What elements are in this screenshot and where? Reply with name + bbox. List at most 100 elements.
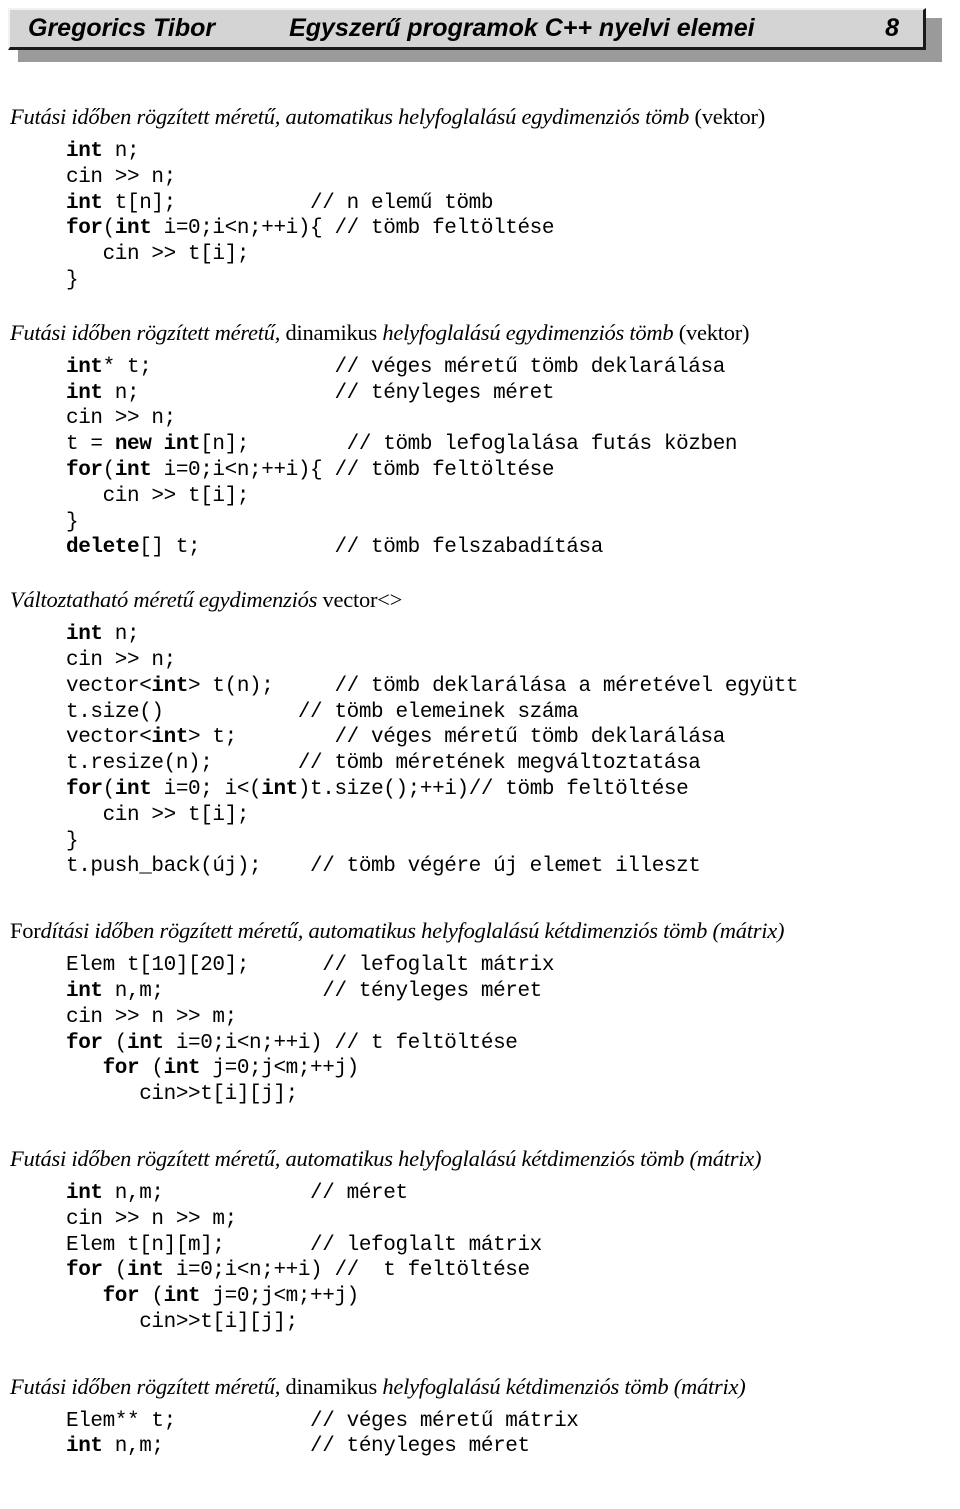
code-text: }: [66, 268, 79, 292]
code-line: int n,m; // tényleges méret: [66, 979, 960, 1005]
section-heading: Futási időben rögzített méretű, automati…: [10, 104, 960, 130]
code-line: int n,m; // méret: [66, 1181, 960, 1207]
section-heading: Futási időben rögzített méretű, automati…: [10, 1146, 960, 1172]
code-keyword: int: [66, 140, 103, 163]
section-heading: Változtatható méretű egydimenziós vector…: [10, 587, 960, 613]
code-line: cin>>t[i][j];: [66, 1310, 960, 1336]
code-line: for(int i=0;i<n;++i){ // tömb feltöltése: [66, 216, 960, 242]
code-line: t.resize(n); // tömb méretének megváltoz…: [66, 751, 960, 777]
code-text: Elem t[10][20]; // lefoglalt mátrix: [66, 954, 555, 978]
heading-part: Futási időben rögzített méretű,: [10, 319, 286, 345]
heading-part: (vektor): [694, 104, 765, 129]
code-line: Elem t[10][20]; // lefoglalt mátrix: [66, 953, 960, 979]
code-line: cin>>t[i][j];: [66, 1082, 960, 1108]
header-title: Egyszerű programok C++ nyelvi elemei: [289, 14, 755, 42]
code-keyword: int: [151, 726, 189, 750]
code-keyword: int: [66, 191, 103, 215]
code-keyword: for: [66, 217, 103, 241]
code-keyword: for: [66, 1031, 103, 1055]
code-text: (: [102, 1259, 128, 1283]
code-line: cin >> n >> m;: [66, 1005, 960, 1031]
code-line: for (int j=0;j<m;++j): [66, 1056, 960, 1082]
code-text: (: [139, 1057, 164, 1081]
code-keyword: int: [151, 674, 189, 698]
code-text: n,m; // tényleges méret: [102, 1435, 530, 1459]
code-block: int n; cin >> n; int t[n]; // n elemű tömb…: [66, 139, 960, 294]
code-text: vector<: [66, 674, 152, 698]
code-line: vector<int> t; // véges méretű tömb dekl…: [66, 725, 960, 751]
code-keyword: int: [114, 458, 152, 482]
code-keyword: int: [66, 1435, 103, 1459]
code-section: Futási időben rögzített méretű, dinamiku…: [0, 1374, 960, 1461]
code-line: vector<int> t(n); // tömb deklarálása a …: [66, 674, 960, 700]
code-text: n; // tényleges méret: [102, 381, 555, 405]
header-author: Gregorics Tibor: [28, 14, 216, 42]
code-line: int n,m; // tényleges méret: [66, 1434, 960, 1460]
code-text: cin>>t[i][j];: [66, 1310, 298, 1334]
code-keyword: int: [163, 1057, 201, 1081]
code-line: delete[] t; // tömb felszabadítása: [66, 535, 960, 561]
code-section: Fordítási időben rögzített méretű, autom…: [0, 918, 960, 1108]
heading-part: Futási időben rögzített méretű,: [10, 1373, 286, 1399]
code-line: int n;: [66, 622, 960, 648]
code-line: int n; // tényleges méret: [66, 381, 960, 407]
code-text: (: [102, 1031, 128, 1055]
code-text: cin >> n >> m;: [66, 1005, 237, 1029]
heading-part: helyfoglalású egydimenziós tömb: [382, 319, 679, 345]
code-section: Futási időben rögzített méretű, automati…: [0, 104, 960, 294]
code-line: for(int i=0;i<n;++i){ // tömb feltöltése: [66, 458, 960, 484]
code-line: int* t; // véges méretű tömb deklarálása: [66, 355, 960, 381]
code-text: i=0;i<n;++i) // t feltöltése: [163, 1031, 518, 1055]
code-text: j=0;j<m;++j): [200, 1057, 359, 1081]
code-text: > t; // véges méretű tömb deklarálása: [188, 726, 725, 750]
code-block: Elem t[10][20]; // lefoglalt mátrix int n…: [66, 953, 960, 1108]
code-block: Elem** t; // véges méretű mátrix int n,m;…: [66, 1409, 960, 1461]
code-text: n,m; // tényleges méret: [102, 979, 542, 1003]
code-text: (: [102, 458, 116, 482]
code-line: int n;: [66, 139, 960, 165]
code-section: Futási időben rögzített méretű, automati…: [0, 1146, 960, 1336]
code-line: for (int j=0;j<m;++j): [66, 1284, 960, 1310]
code-text: t =: [66, 433, 115, 457]
code-line: cin >> t[i];: [66, 803, 960, 829]
code-keyword: int: [163, 1285, 201, 1309]
heading-part: Futási időben rögzített méretű, automati…: [10, 1145, 762, 1171]
code-keyword: new int: [114, 433, 201, 457]
code-text: i=0;i<n;++i){ // tömb feltöltése: [151, 458, 555, 482]
code-line: cin >> n;: [66, 648, 960, 674]
code-text: t.resize(n); // tömb méretének megváltoz…: [66, 752, 701, 776]
code-keyword: int: [66, 1181, 103, 1205]
code-text: cin >> n;: [66, 165, 176, 189]
code-text: )t.size();++i)// tömb feltöltése: [297, 777, 689, 801]
code-line: t.push_back(új); // tömb végére új eleme…: [66, 854, 960, 880]
code-text: Elem t[n][m]; // lefoglalt mátrix: [66, 1233, 542, 1257]
page-header: Gregorics Tibor Egyszerű programok C++ n…: [8, 8, 942, 62]
code-text: i=0;i<n;++i) // t feltöltése: [163, 1259, 530, 1283]
code-line: for(int i=0; i<(int)t.size();++i)// tömb…: [66, 777, 960, 803]
code-line: cin >> t[i];: [66, 242, 960, 268]
code-line: }: [66, 510, 960, 536]
code-keyword: int: [261, 777, 298, 801]
code-text: cin>>t[i][j];: [66, 1083, 298, 1107]
code-block: int n,m; // méret cin >> n >> m; Elem t[n]…: [66, 1181, 960, 1336]
code-text: Elem** t; // véges méretű mátrix: [66, 1409, 579, 1433]
heading-part: vector<>: [322, 587, 403, 613]
code-line: for (int i=0;i<n;++i) // t feltöltése: [66, 1031, 960, 1057]
code-text: }: [66, 829, 79, 853]
heading-part: helyfoglalású kétdimenziós tömb (mátrix): [382, 1373, 746, 1399]
header-bar: Gregorics Tibor Egyszerű programok C++ n…: [8, 8, 926, 50]
heading-part: dinamikus: [285, 1373, 383, 1399]
code-keyword: for: [66, 777, 103, 801]
code-line: t = new int[n]; // tömb lefoglalása futá…: [66, 432, 960, 458]
code-line: int t[n]; // n elemű tömb: [66, 191, 960, 217]
code-text: cin >> t[i];: [66, 243, 250, 267]
code-text: [] t; // tömb felszabadítása: [139, 536, 603, 560]
code-text: n,m; // méret: [102, 1181, 408, 1205]
